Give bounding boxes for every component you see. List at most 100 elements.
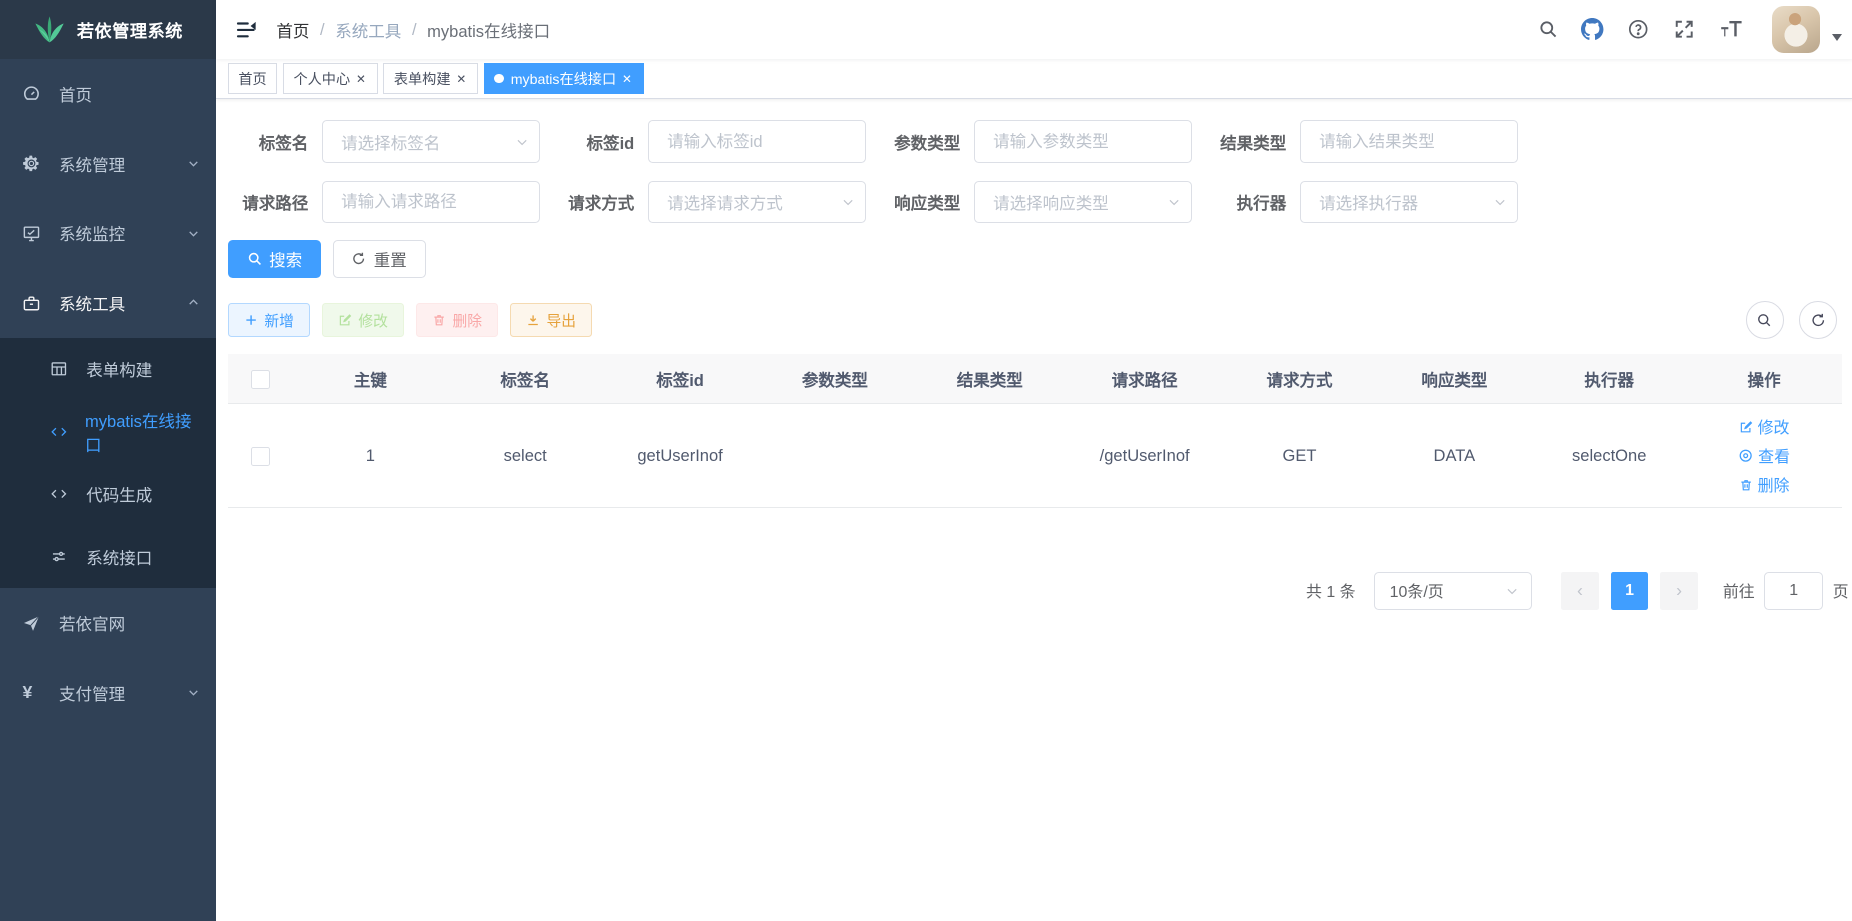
goto-page-input[interactable] [1764, 572, 1823, 610]
row-actions: 修改 查看 删除 [1687, 415, 1842, 496]
page-number-1[interactable]: 1 [1611, 572, 1649, 610]
sidebar-item-label: 表单构建 [86, 357, 152, 381]
refresh-table-button[interactable] [1799, 301, 1837, 339]
field-label-tag-name: 标签名 [228, 130, 308, 154]
help-icon[interactable] [1615, 0, 1661, 59]
form-grid-icon [50, 360, 69, 378]
dashboard-icon [22, 84, 41, 103]
row-checkbox[interactable] [251, 447, 270, 466]
goto-page: 前往 页 [1723, 572, 1849, 610]
sidebar-item-mybatis-online-api[interactable]: mybatis在线接口 [0, 400, 216, 463]
tag-id-input[interactable] [648, 120, 865, 163]
breadcrumb-home[interactable]: 首页 [276, 18, 309, 42]
goto-label: 前往 [1723, 579, 1755, 602]
system-tools-submenu: 表单构建 mybatis在线接口 代 [0, 338, 216, 588]
close-icon[interactable] [455, 70, 467, 87]
sidebar-item-system-api[interactable]: 系统接口 [0, 526, 216, 589]
search-icon [247, 251, 262, 266]
col-header-request-path: 请求路径 [1067, 354, 1222, 404]
sidebar-toggle-button[interactable] [216, 0, 275, 59]
font-size-icon[interactable] [1708, 0, 1756, 59]
code-icon [50, 423, 68, 441]
cell-response-type: DATA [1377, 404, 1532, 508]
sidebar-item-payment-manage[interactable]: ¥ 支付管理 [0, 658, 216, 728]
github-icon[interactable] [1569, 0, 1615, 59]
close-icon[interactable] [355, 70, 367, 87]
tab-form-builder[interactable]: 表单构建 [383, 63, 477, 94]
header-search-icon[interactable] [1526, 0, 1570, 59]
page-content: 标签名 请选择标签名 标签id 参数类型 结果类型 请求路径 请求方式 请选择请… [216, 99, 1852, 921]
main-area: 首页 / 系统工具 / mybatis在线接口 [216, 0, 1852, 921]
cell-result-type [912, 404, 1067, 508]
sidebar-item-code-generation[interactable]: 代码生成 [0, 463, 216, 526]
prev-page-button[interactable]: ‹ [1561, 572, 1599, 610]
next-page-button[interactable]: › [1660, 572, 1698, 610]
col-header-result-type: 结果类型 [912, 354, 1067, 404]
result-type-input[interactable] [1300, 120, 1517, 163]
edit-icon [338, 313, 352, 327]
row-delete-link[interactable]: 删除 [1739, 473, 1790, 496]
active-dot [494, 74, 503, 83]
col-header-executor: 执行器 [1532, 354, 1687, 404]
response-type-select[interactable]: 请选择响应类型 [974, 181, 1191, 224]
form-actions: 搜索 重置 [228, 240, 1842, 278]
param-type-input[interactable] [974, 120, 1191, 163]
sidebar-item-label: 系统工具 [59, 291, 125, 315]
add-button[interactable]: 新增 [228, 303, 310, 336]
tag-name-select[interactable]: 请选择标签名 [322, 120, 539, 163]
request-method-select[interactable]: 请选择请求方式 [648, 181, 865, 224]
sidebar-item-label: 支付管理 [59, 681, 125, 705]
tab-home[interactable]: 首页 [228, 63, 277, 94]
col-header-actions: 操作 [1687, 354, 1842, 404]
field-label-executor: 执行器 [1206, 190, 1286, 214]
chevron-down-icon [1505, 584, 1519, 598]
sidebar-item-system-tools[interactable]: 系统工具 [0, 268, 216, 338]
user-menu[interactable] [1772, 6, 1841, 53]
cell-primary-key: 1 [293, 404, 448, 508]
request-path-input[interactable] [322, 181, 539, 224]
tab-mybatis-online-api[interactable]: mybatis在线接口 [484, 63, 644, 94]
row-edit-label: 修改 [1758, 415, 1790, 438]
executor-select[interactable]: 请选择执行器 [1300, 181, 1517, 224]
edit-icon [1739, 420, 1753, 434]
breadcrumb-separator: / [320, 20, 325, 40]
tab-label: 首页 [238, 69, 266, 89]
monitor-icon [22, 224, 41, 243]
sidebar-item-home[interactable]: 首页 [0, 59, 216, 129]
delete-button-label: 删除 [452, 310, 482, 331]
row-edit-link[interactable]: 修改 [1739, 415, 1790, 438]
sidebar-item-ruoyi-website[interactable]: 若依官网 [0, 588, 216, 658]
avatar[interactable] [1772, 6, 1819, 53]
toggle-search-button[interactable] [1746, 301, 1784, 339]
delete-button[interactable]: 删除 [416, 303, 498, 336]
close-icon[interactable] [621, 70, 633, 87]
app-logo[interactable]: 若依管理系统 [0, 0, 216, 59]
fullscreen-icon[interactable] [1662, 0, 1708, 59]
sidebar-item-system-monitor[interactable]: 系统监控 [0, 198, 216, 268]
sidebar-item-label: 系统监控 [59, 221, 125, 245]
trash-icon [1739, 478, 1753, 492]
edit-button[interactable]: 修改 [322, 303, 404, 336]
select-all-checkbox[interactable] [251, 370, 270, 389]
breadcrumb-separator: / [412, 20, 417, 40]
col-header-tag-name: 标签名 [448, 354, 603, 404]
export-button[interactable]: 导出 [510, 303, 592, 336]
search-button[interactable]: 搜索 [228, 240, 321, 278]
col-header-tag-id: 标签id [603, 354, 758, 404]
yen-icon: ¥ [22, 684, 41, 702]
sidebar-item-system-manage[interactable]: 系统管理 [0, 129, 216, 199]
sidebar-item-form-builder[interactable]: 表单构建 [0, 338, 216, 401]
cell-tag-id: getUserInof [603, 404, 758, 508]
row-view-link[interactable]: 查看 [1738, 444, 1790, 467]
field-label-param-type: 参数类型 [880, 130, 960, 154]
table-row[interactable]: 1 select getUserInof /getUserInof GET DA… [228, 404, 1842, 508]
reset-button[interactable]: 重置 [333, 240, 426, 278]
reset-button-label: 重置 [374, 247, 407, 271]
caret-down-icon [1832, 34, 1842, 41]
page-size-select[interactable]: 10条/页 [1374, 572, 1531, 610]
tab-profile[interactable]: 个人中心 [283, 63, 377, 94]
tab-label: mybatis在线接口 [511, 69, 616, 89]
breadcrumb-current: mybatis在线接口 [427, 18, 550, 42]
chevron-down-icon [841, 195, 855, 209]
toolbox-icon [22, 294, 41, 313]
